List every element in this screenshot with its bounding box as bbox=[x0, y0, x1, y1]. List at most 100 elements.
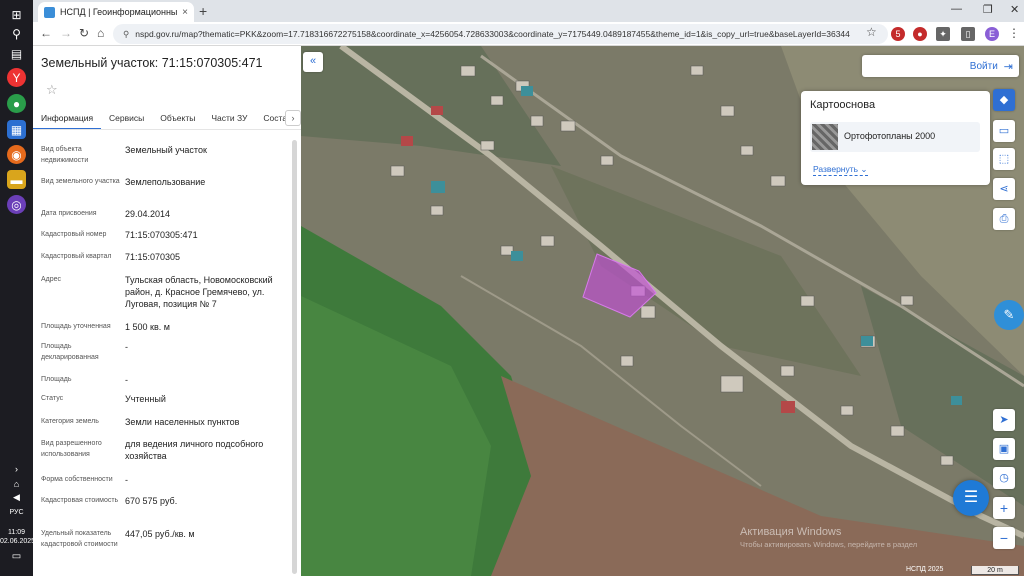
property-value: - bbox=[125, 375, 128, 385]
clock-date[interactable]: 02.06.2025 bbox=[0, 537, 35, 546]
reload-icon[interactable]: ↻ bbox=[79, 26, 89, 40]
basemap-option[interactable]: Ортофотопланы 2000 bbox=[810, 122, 980, 152]
menu-icon[interactable]: ⋮ bbox=[1008, 26, 1020, 40]
tab-close-icon[interactable]: × bbox=[182, 7, 188, 18]
property-value: для ведения личного подсобного хозяйства bbox=[125, 439, 264, 461]
sidebar-icon[interactable]: ▯ bbox=[961, 27, 975, 41]
windows-activation-title: Активация Windows bbox=[740, 526, 842, 538]
share-icon[interactable]: ⋖ bbox=[993, 178, 1015, 200]
basemap-expand-link[interactable]: Развернуть ⌄ bbox=[813, 164, 868, 176]
basemap-option-label: Ортофотопланы 2000 bbox=[844, 131, 936, 141]
profile-avatar[interactable]: E bbox=[985, 27, 999, 41]
tab-objects[interactable]: Объекты bbox=[152, 110, 203, 130]
task-view-icon[interactable]: ▤ bbox=[7, 44, 26, 63]
zoom-in-button[interactable]: + bbox=[993, 497, 1015, 519]
home-icon[interactable]: ⌂ bbox=[97, 26, 104, 40]
page-title: Земельный участок: 71:15:070305:471 bbox=[41, 56, 263, 70]
property-value: 670 575 руб. bbox=[125, 496, 178, 506]
firefox-icon[interactable]: ◉ bbox=[7, 145, 26, 164]
back-icon[interactable]: ← bbox=[40, 26, 52, 40]
favorite-star-icon[interactable]: ☆ bbox=[46, 82, 58, 98]
chat-icon[interactable]: ☰ bbox=[953, 480, 989, 516]
print-icon[interactable]: ⎙ bbox=[993, 208, 1015, 230]
notification-icon[interactable]: ▭ bbox=[0, 552, 33, 562]
basemap-title: Картооснова bbox=[810, 99, 876, 111]
scale-bar: 20 m bbox=[971, 566, 1019, 575]
yandex-browser-icon[interactable]: Y bbox=[7, 68, 26, 87]
property-label: Площадь декларированная bbox=[41, 343, 99, 361]
map-view[interactable]: « Войти ⇥ Картооснова Ортофотопланы 2000… bbox=[301, 46, 1024, 576]
property-label: Кадастровая стоимость bbox=[41, 497, 119, 504]
bookmark-star-icon[interactable]: ☆ bbox=[866, 25, 877, 39]
property-value: Земли населенных пунктов bbox=[125, 417, 240, 427]
file-explorer-icon[interactable]: ▬ bbox=[7, 170, 26, 189]
volume-icon[interactable]: ◀ bbox=[0, 493, 33, 502]
property-label: Дата присвоения bbox=[41, 210, 97, 217]
zoom-out-button[interactable]: − bbox=[993, 527, 1015, 549]
select-area-icon[interactable]: ⬚ bbox=[993, 148, 1015, 170]
history-icon[interactable]: ◷ bbox=[993, 467, 1015, 489]
property-value: Учтенный bbox=[125, 394, 166, 404]
property-value: - bbox=[125, 342, 128, 352]
tray-chevron-icon[interactable]: › bbox=[0, 465, 33, 474]
property-label: Статус bbox=[41, 395, 64, 402]
login-button[interactable]: Войти ⇥ bbox=[862, 55, 1019, 77]
property-value: 71:15:070305:471 bbox=[125, 230, 198, 240]
url-text: nspd.gov.ru/map?thematic=PKK&zoom=17.718… bbox=[135, 29, 850, 39]
active-browser-icon[interactable]: ◎ bbox=[7, 195, 26, 214]
property-label: Площадь уточненная bbox=[41, 323, 111, 330]
login-icon: ⇥ bbox=[1003, 60, 1013, 73]
property-label: Адрес bbox=[41, 276, 62, 283]
panel-scrollbar[interactable] bbox=[292, 140, 297, 574]
property-value: 447,05 руб./кв. м bbox=[125, 529, 195, 539]
restore-icon[interactable]: ❐ bbox=[983, 3, 993, 16]
property-label: Форма собственности bbox=[41, 476, 113, 483]
property-value: - bbox=[125, 475, 128, 485]
windows-start-icon[interactable]: ⊞ bbox=[7, 5, 26, 24]
locate-icon[interactable]: ➤ bbox=[993, 409, 1015, 431]
measure-icon[interactable]: ▭ bbox=[993, 120, 1015, 142]
map-footer: НСПД 2025 20 m bbox=[301, 566, 1024, 576]
tab-services[interactable]: Сервисы bbox=[101, 110, 152, 130]
property-value: Земельный участок bbox=[125, 145, 207, 155]
store-icon[interactable]: ▦ bbox=[7, 120, 26, 139]
tabs-divider bbox=[33, 129, 301, 130]
new-tab-button[interactable]: + bbox=[199, 3, 207, 19]
extension-icon[interactable]: 5 bbox=[891, 27, 905, 41]
tab-title: НСПД | Геоинформационны bbox=[60, 7, 178, 17]
language-indicator[interactable]: РУС bbox=[0, 508, 33, 517]
site-info-icon[interactable]: ⚲ bbox=[123, 29, 129, 40]
address-bar[interactable]: ⚲ nspd.gov.ru/map?thematic=PKK&zoom=17.7… bbox=[113, 24, 888, 44]
tab-info[interactable]: Информация bbox=[33, 110, 102, 130]
panel-tabs: Информация Сервисы Объекты Части ЗУ Сост… bbox=[33, 110, 301, 130]
network-icon[interactable]: ⌂ bbox=[0, 480, 33, 489]
clock-time[interactable]: 11:09 bbox=[0, 528, 33, 537]
tab-parts[interactable]: Части ЗУ bbox=[203, 110, 255, 130]
extensions-puzzle-icon[interactable]: ✦ bbox=[936, 27, 950, 41]
tabs-scroll-right-icon[interactable]: › bbox=[285, 110, 301, 126]
browser-tab[interactable]: НСПД | Геоинформационны × bbox=[38, 2, 194, 22]
search-icon[interactable]: ⚲ bbox=[7, 24, 26, 43]
extension-icon-2[interactable]: ● bbox=[913, 27, 927, 41]
property-value: Тульская область, Новомосковский район, … bbox=[125, 275, 273, 309]
window-close-icon[interactable]: ✕ bbox=[1010, 3, 1019, 16]
windows-activation-subtitle: Чтобы активировать Windows, перейдите в … bbox=[740, 540, 918, 549]
windows-taskbar: ⊞ ⚲ ▤ Y ● ▦ ◉ ▬ ◎ › ⌂ ◀ РУС 11:09 02.06.… bbox=[0, 0, 35, 576]
browser-toolbar: ← → ↻ ⌂ ⚲ nspd.gov.ru/map?thematic=PKK&z… bbox=[33, 22, 1024, 46]
feedback-icon[interactable]: ✎ bbox=[994, 300, 1024, 330]
info-panel: Земельный участок: 71:15:070305:471 ☆ Ин… bbox=[33, 46, 301, 576]
basemap-panel: Картооснова Ортофотопланы 2000 Развернут… bbox=[801, 91, 990, 185]
property-label: Вид разрешенного использования bbox=[41, 440, 102, 458]
property-value: Землепользование bbox=[125, 177, 206, 187]
basemap-thumbnail bbox=[812, 124, 838, 150]
chrome-icon[interactable]: ● bbox=[7, 94, 26, 113]
property-value: 1 500 кв. м bbox=[125, 322, 170, 332]
fullscreen-icon[interactable]: ▣ bbox=[993, 438, 1015, 460]
collapse-panel-button[interactable]: « bbox=[303, 52, 323, 72]
property-value: 71:15:070305 bbox=[125, 252, 181, 262]
forward-icon[interactable]: → bbox=[60, 26, 72, 40]
property-label: Вид земельного участка bbox=[41, 178, 120, 185]
layers-icon[interactable]: ◆ bbox=[993, 89, 1015, 111]
property-label: Площадь bbox=[41, 376, 72, 383]
minimize-icon[interactable]: — bbox=[951, 3, 962, 15]
